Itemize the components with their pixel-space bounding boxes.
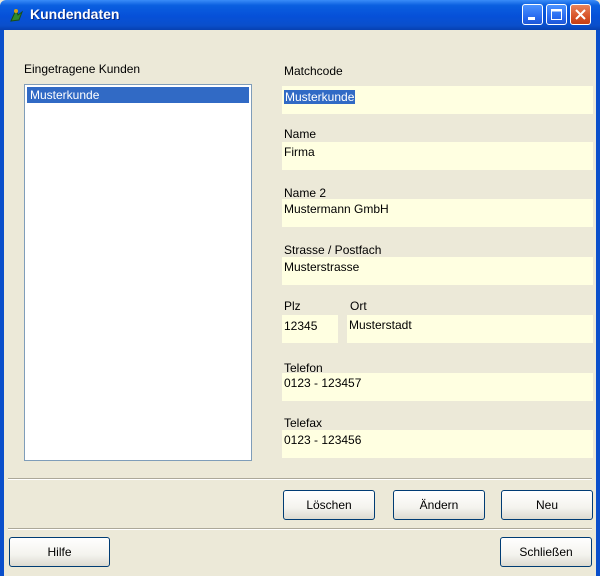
name2-value: Mustermann GmbH [284,202,389,216]
minimize-icon [528,17,535,20]
window-frame-left [0,30,4,576]
plz-value: 12345 [284,319,318,333]
matchcode-value: Musterkunde [284,90,356,104]
new-button[interactable]: Neu [501,490,593,520]
telefax-value: 0123 - 123456 [284,433,362,447]
matchcode-label: Matchcode [284,64,343,78]
customer-listbox[interactable]: Musterkunde [24,84,252,461]
customers-label: Eingetragene Kunden [24,62,141,76]
window-title: Kundendaten [30,6,120,22]
strasse-label: Strasse / Postfach [284,243,382,257]
title-bar[interactable]: Kundendaten [0,0,600,30]
telefon-field[interactable]: 0123 - 123457 [282,373,593,401]
app-icon [8,7,24,23]
ort-label: Ort [350,299,367,313]
edit-button[interactable]: Ändern [393,490,485,520]
telefax-label: Telefax [284,416,323,430]
list-item[interactable]: Musterkunde [27,87,249,103]
plz-label: Plz [284,299,301,313]
plz-field[interactable]: 12345 [282,315,338,343]
close-icon [575,9,586,20]
maximize-button[interactable] [546,4,567,25]
name2-label: Name 2 [284,186,327,200]
minimize-button[interactable] [522,4,543,25]
ort-value: Musterstadt [349,318,412,332]
strasse-value: Musterstrasse [284,260,360,274]
name-field[interactable]: Firma [282,142,593,170]
name-label: Name [284,127,317,141]
name2-field[interactable]: Mustermann GmbH [282,199,593,227]
help-button[interactable]: Hilfe [9,537,110,567]
telefax-field[interactable]: 0123 - 123456 [282,430,593,458]
window-frame-right [596,30,600,576]
strasse-field[interactable]: Musterstrasse [282,257,593,285]
divider [8,478,592,480]
maximize-icon [551,9,562,20]
delete-button[interactable]: Löschen [283,490,375,520]
name-value: Firma [284,145,315,159]
ort-field[interactable]: Musterstadt [347,315,593,343]
matchcode-field[interactable]: Musterkunde [282,86,593,114]
divider-bottom [8,528,592,530]
close-window-button[interactable]: Schließen [500,537,592,567]
telefon-value: 0123 - 123457 [284,376,362,390]
close-button[interactable] [570,4,591,25]
